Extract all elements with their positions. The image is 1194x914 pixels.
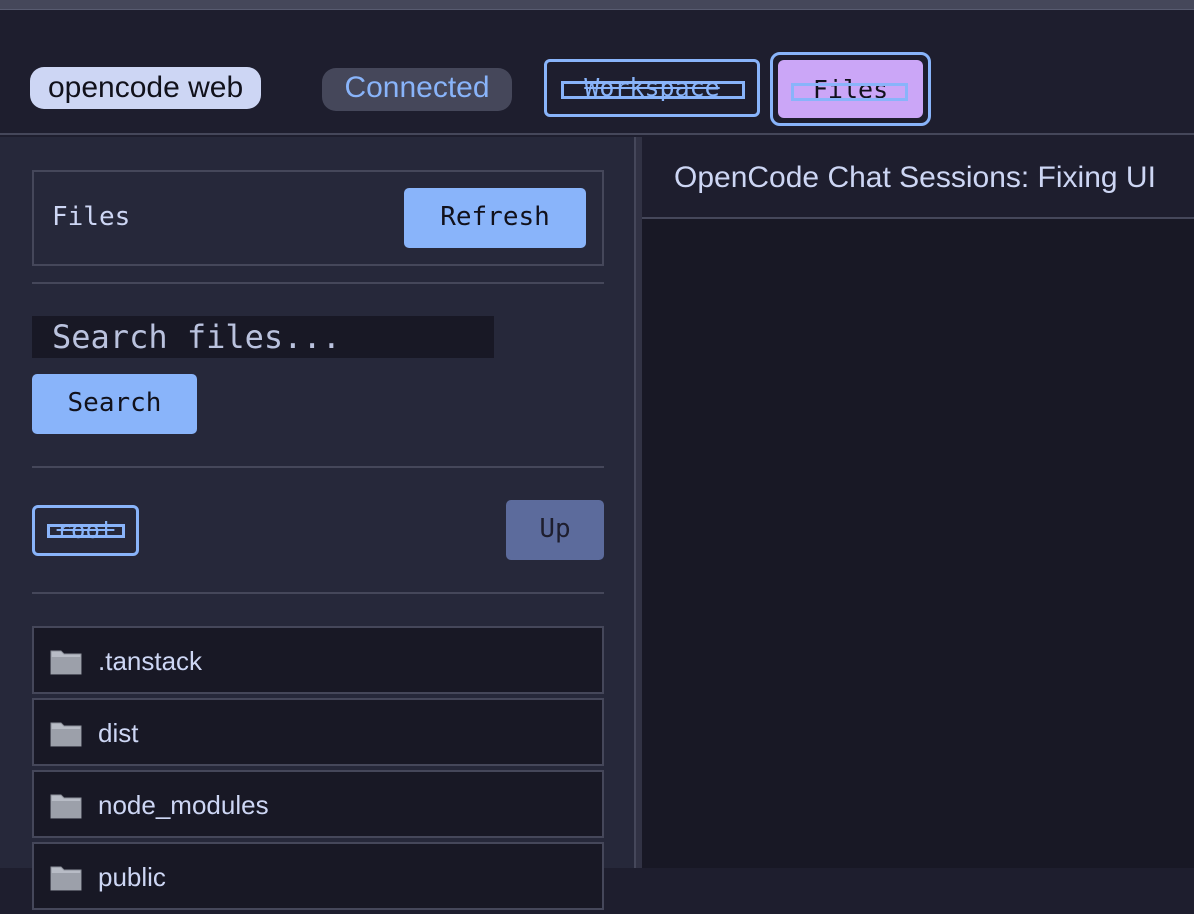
file-name: public [98, 862, 166, 892]
folder-icon [50, 722, 82, 747]
window-top-strip [0, 0, 1194, 10]
files-panel-header: Files Refresh [32, 170, 604, 266]
file-name: node_modules [98, 790, 269, 820]
refresh-button[interactable]: Refresh [404, 188, 586, 248]
folder-icon [50, 794, 82, 819]
tab-workspace[interactable]: Workspace [544, 59, 760, 117]
file-name: .tanstack [98, 646, 203, 676]
folder-icon [50, 650, 82, 675]
app-header: opencode web Connected Workspace Files [0, 10, 1194, 135]
list-item[interactable]: dist [32, 698, 604, 766]
list-item[interactable]: public [32, 842, 604, 910]
breadcrumb-root-button[interactable]: root [32, 505, 139, 556]
up-directory-button[interactable]: Up [506, 500, 604, 560]
list-item[interactable]: node_modules [32, 770, 604, 838]
tab-workspace-focus-ring [561, 81, 745, 99]
search-input[interactable] [32, 316, 494, 358]
breadcrumb-root-focus-ring [47, 524, 125, 538]
search-button[interactable]: Search [32, 374, 197, 434]
files-sidebar: Files Refresh Search root Up .tanstack d… [0, 137, 636, 910]
app-brand: opencode web [30, 67, 262, 109]
file-name: dist [98, 718, 139, 748]
session-title: OpenCode Chat Sessions: Fixing UI [674, 161, 1156, 194]
divider [32, 466, 604, 468]
list-item[interactable]: .tanstack [32, 626, 604, 694]
files-panel-title: Files [52, 202, 131, 232]
tab-files-focus-ring [791, 83, 908, 101]
folder-icon [50, 866, 82, 891]
tab-files[interactable]: Files [770, 52, 931, 126]
chat-main-panel: OpenCode Chat Sessions: Fixing UI [642, 137, 1194, 868]
file-list: .tanstack dist node_modules public [32, 626, 604, 914]
divider [32, 282, 604, 284]
divider [32, 592, 604, 594]
connection-status-badge: Connected [322, 68, 512, 111]
session-header: OpenCode Chat Sessions: Fixing UI [642, 137, 1194, 219]
